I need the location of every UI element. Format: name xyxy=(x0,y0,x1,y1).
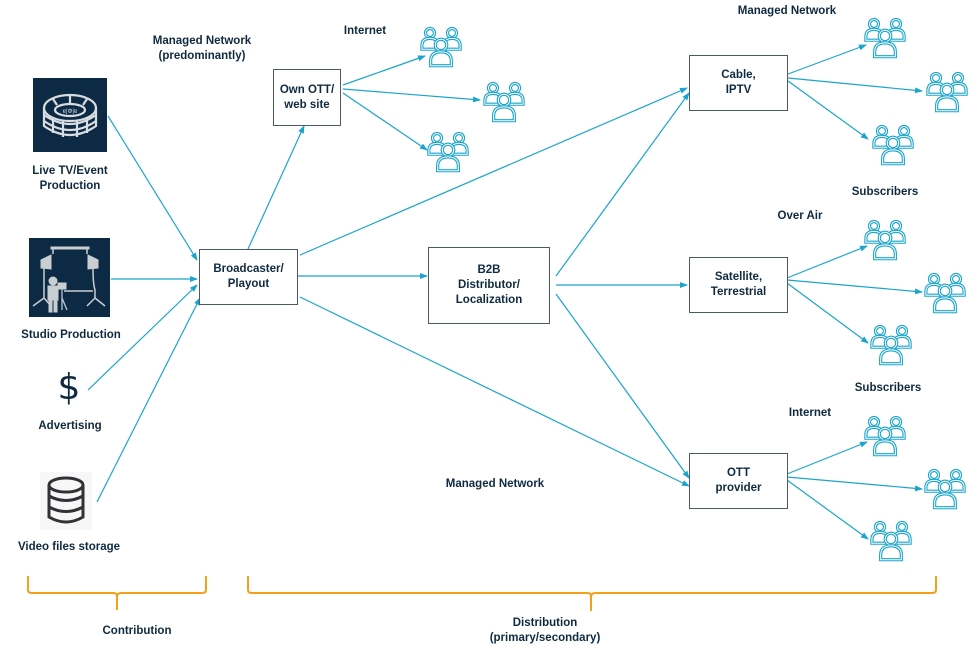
edge-own-ott-to-subscribers-2 xyxy=(342,88,481,103)
annotation-managed-predominantly: Managed Network (predominantly) xyxy=(152,35,252,62)
annotation-subscribers-1: Subscribers xyxy=(851,186,919,198)
svg-text:ɐ|Φ|ɐ: ɐ|Φ|ɐ xyxy=(63,109,78,115)
subscribers-group-icon xyxy=(870,123,916,171)
edge-cable-to-subscribers-2 xyxy=(787,77,923,94)
source-label-storage: Video files storage xyxy=(17,541,121,553)
annotation-subscribers-2: Subscribers xyxy=(854,382,922,394)
subscribers-group-icon xyxy=(862,16,908,64)
subscribers-group-icon xyxy=(425,130,471,178)
edge-satellite-to-subscribers-3 xyxy=(786,282,869,344)
edge-b2b-to-ott-provider xyxy=(555,293,690,479)
studio-production-tile xyxy=(29,238,110,317)
stadium-icon: ɐ|Φ|ɐ xyxy=(42,93,98,137)
edge-satellite-to-subscribers-1 xyxy=(786,245,868,279)
edge-broadcaster-to-ott-provider xyxy=(299,296,690,487)
node-satellite: Satellite, Terrestrial xyxy=(689,257,788,313)
subscribers-group-icon xyxy=(868,323,914,371)
edge-b2b-to-cable xyxy=(555,92,690,277)
subscribers-group-icon xyxy=(868,519,914,567)
edge-satellite-to-subscribers-2 xyxy=(786,279,923,295)
studio-camera-icon xyxy=(32,246,106,313)
subscribers-group-icon xyxy=(922,271,968,319)
node-ott-provider: OTT provider xyxy=(689,453,788,509)
source-label-advertising: Advertising xyxy=(38,420,102,432)
subscribers-group-icon xyxy=(922,467,968,515)
dollar-icon: $ xyxy=(57,367,81,408)
node-cable: Cable, IPTV xyxy=(689,55,788,111)
subscribers-group-icon xyxy=(418,25,464,73)
brace-label-distribution: Distribution (primary/secondary) xyxy=(489,617,601,644)
database-icon xyxy=(47,476,85,524)
diagram-canvas: ɐ|Φ|ɐ Live TV/Event Production Studio Pr… xyxy=(0,0,979,657)
subscribers-group-icon xyxy=(862,414,908,462)
edge-ott-provider-to-subscribers-2 xyxy=(786,476,923,492)
node-broadcaster: Broadcaster/ Playout xyxy=(199,249,298,305)
subscribers-group-icon xyxy=(862,218,908,266)
distribution-brace xyxy=(247,576,937,611)
subscribers-group-icon xyxy=(481,80,527,128)
annotation-managed-top-right: Managed Network xyxy=(737,5,837,17)
contribution-brace xyxy=(27,576,207,610)
edge-ott-provider-to-subscribers-1 xyxy=(786,441,868,475)
node-own-ott: Own OTT/ web site xyxy=(273,69,341,126)
annotation-internet-bottom: Internet xyxy=(788,407,832,419)
edge-cable-to-subscribers-1 xyxy=(787,44,867,75)
edge-ott-provider-to-subscribers-3 xyxy=(786,479,869,540)
source-label-live: Live TV/Event Production xyxy=(32,165,108,192)
live-event-tile: ɐ|Φ|ɐ xyxy=(33,78,107,152)
brace-label-contribution: Contribution xyxy=(102,625,172,637)
annotation-over-air: Over Air xyxy=(777,210,823,222)
edge-cable-to-subscribers-3 xyxy=(787,80,869,140)
annotation-internet-top: Internet xyxy=(343,25,387,37)
video-storage-tile xyxy=(40,472,92,530)
edge-own-ott-to-subscribers-1 xyxy=(342,55,426,86)
edge-own-ott-to-subscribers-3 xyxy=(342,92,428,151)
edge-broadcaster-to-own-ott xyxy=(247,125,305,250)
subscribers-group-icon xyxy=(924,70,970,118)
annotation-managed-bottom: Managed Network xyxy=(445,478,545,490)
source-label-studio: Studio Production xyxy=(21,329,121,341)
node-b2b: B2B Distributor/ Localization xyxy=(428,247,550,324)
